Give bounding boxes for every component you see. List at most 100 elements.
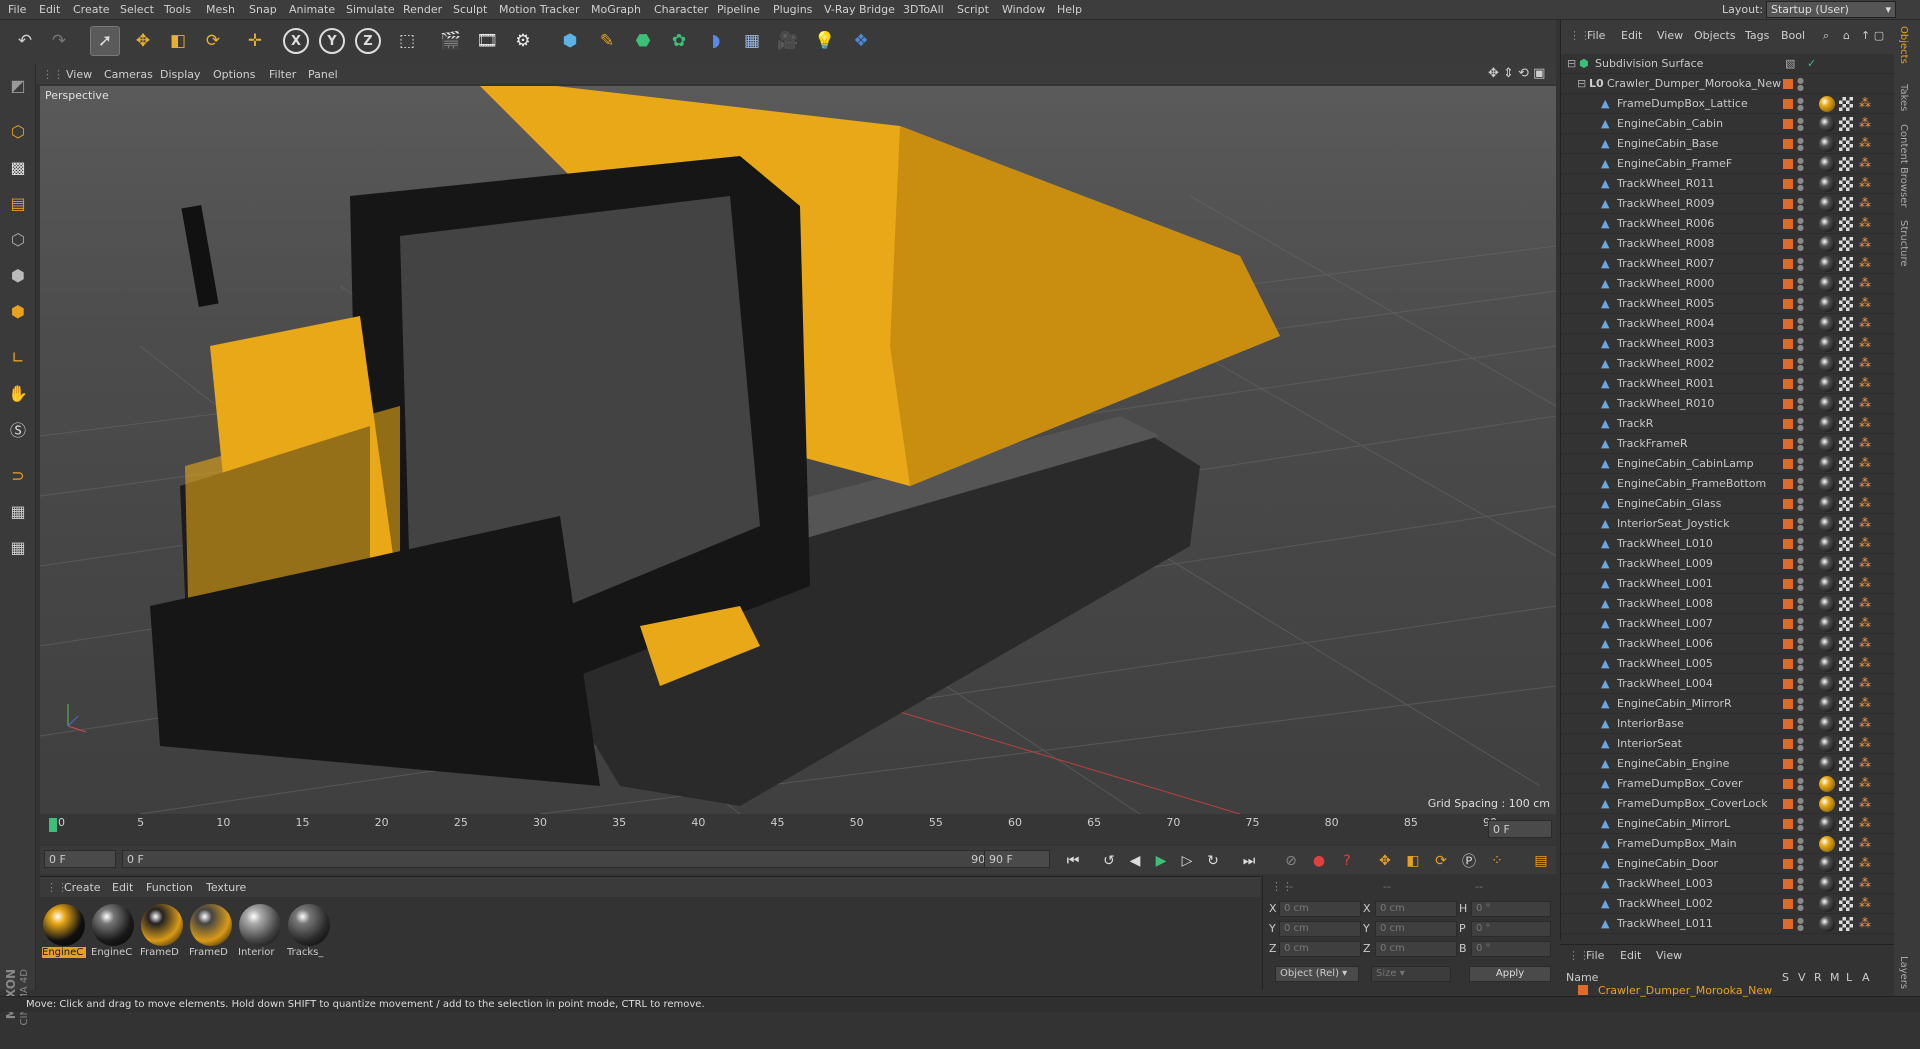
object-row[interactable]: ▲ TrackWheel_R007 ● ● ⁂ xyxy=(1561,254,1895,274)
object-row[interactable]: ▲ EngineCabin_CabinLamp ● ● ⁂ xyxy=(1561,454,1895,474)
texture-tag-icon[interactable] xyxy=(1839,277,1853,291)
end-frame-field[interactable]: 0 F xyxy=(1488,820,1552,838)
key-scale-icon[interactable]: ◧ xyxy=(1402,850,1424,872)
texture-tag-icon[interactable] xyxy=(1839,297,1853,311)
visibility-dots[interactable]: ● ● xyxy=(1797,597,1804,612)
vp-menu-display[interactable]: Display xyxy=(160,68,201,81)
visibility-dots[interactable]: ● ● xyxy=(1797,357,1804,372)
object-name[interactable]: TrackFrameR xyxy=(1617,437,1688,450)
object-name[interactable]: Subdivision Surface xyxy=(1595,57,1703,70)
texture-tag-icon[interactable] xyxy=(1839,397,1853,411)
object-row[interactable]: ▲ EngineCabin_Glass ● ● ⁂ xyxy=(1561,494,1895,514)
rot-h-field[interactable]: 0 ° xyxy=(1471,901,1551,917)
phong-tag-icon[interactable]: ⁂ xyxy=(1859,276,1871,290)
phong-tag-icon[interactable]: ⁂ xyxy=(1859,496,1871,510)
material-tag-icon[interactable] xyxy=(1819,856,1835,872)
snap-icon[interactable]: Ⓢ xyxy=(3,414,33,444)
texture-tag-icon[interactable] xyxy=(1839,757,1853,771)
vp-menu-cameras[interactable]: Cameras xyxy=(104,68,153,81)
max-frame-field[interactable]: 90 F xyxy=(984,850,1050,868)
obj-menu-file[interactable]: File xyxy=(1587,29,1605,42)
object-name[interactable]: TrackWheel_R004 xyxy=(1617,317,1714,330)
menu-motion-tracker[interactable]: Motion Tracker xyxy=(499,3,579,16)
goto-start-icon[interactable]: ⏮ xyxy=(1062,850,1084,872)
phong-tag-icon[interactable]: ⁂ xyxy=(1859,456,1871,470)
object-row[interactable]: ▲ EngineCabin_FrameF ● ● ⁂ xyxy=(1561,154,1895,174)
planar-workplane-icon[interactable]: ▦ xyxy=(3,532,33,562)
material-tag-icon[interactable] xyxy=(1819,396,1835,412)
coordinate-system-icon[interactable]: ⬚ xyxy=(392,26,422,56)
texture-tag-icon[interactable] xyxy=(1839,417,1853,431)
visibility-dots[interactable]: ● ● xyxy=(1797,537,1804,552)
current-frame-field[interactable]: 0 F xyxy=(44,850,116,868)
render-settings-icon[interactable]: ⚙ xyxy=(508,26,538,56)
vp-menu-panel[interactable]: Panel xyxy=(308,68,338,81)
layer-menu-view[interactable]: View xyxy=(1656,949,1682,962)
visibility-dots[interactable]: ● ● xyxy=(1797,337,1804,352)
texture-tag-icon[interactable] xyxy=(1839,237,1853,251)
record-icon[interactable]: ● xyxy=(1308,850,1330,872)
visibility-dots[interactable]: ● ● xyxy=(1797,757,1804,772)
material-tag-icon[interactable] xyxy=(1819,416,1835,432)
lock-workplane-icon[interactable]: ▦ xyxy=(3,496,33,526)
visibility-dots[interactable]: ● ● xyxy=(1797,257,1804,272)
move-plus-icon[interactable]: ✛ xyxy=(240,26,270,56)
y-axis-icon[interactable]: Y xyxy=(319,28,345,54)
autokey-icon[interactable]: ? xyxy=(1336,850,1358,872)
object-name[interactable]: EngineCabin_CabinLamp xyxy=(1617,457,1754,470)
texture-tag-icon[interactable] xyxy=(1839,637,1853,651)
search-icon[interactable]: ⌕ xyxy=(1823,29,1829,43)
object-row[interactable]: ▲ TrackWheel_R009 ● ● ⁂ xyxy=(1561,194,1895,214)
subdivision-icon[interactable]: ⬣ xyxy=(628,26,658,56)
menu-render[interactable]: Render xyxy=(403,3,442,16)
object-name[interactable]: TrackWheel_R006 xyxy=(1617,217,1714,230)
texture-tag-icon[interactable] xyxy=(1839,437,1853,451)
obj-menu-tags[interactable]: Tags xyxy=(1745,29,1769,42)
visibility-dots[interactable]: ● ● xyxy=(1797,237,1804,252)
object-name[interactable]: TrackWheel_L011 xyxy=(1617,917,1713,930)
python-icon[interactable]: ❖ xyxy=(846,26,876,56)
object-name[interactable]: TrackWheel_R005 xyxy=(1617,297,1714,310)
material-swatch[interactable]: FrameD xyxy=(189,903,233,967)
make-editable-icon[interactable]: ◩ xyxy=(3,70,33,100)
texture-tag-icon[interactable] xyxy=(1839,777,1853,791)
object-row[interactable]: ▲ TrackWheel_R003 ● ● ⁂ xyxy=(1561,334,1895,354)
rotate-icon[interactable]: ⟳ xyxy=(198,26,228,56)
playhead[interactable] xyxy=(49,818,57,832)
texture-tag-icon[interactable] xyxy=(1839,217,1853,231)
object-row[interactable]: ▲ TrackWheel_R000 ● ● ⁂ xyxy=(1561,274,1895,294)
material-tag-icon[interactable] xyxy=(1819,136,1835,152)
material-tag-icon[interactable] xyxy=(1819,456,1835,472)
texture-tag-icon[interactable] xyxy=(1839,917,1853,931)
size-z-field[interactable]: 0 cm xyxy=(1375,941,1457,957)
light-icon[interactable]: 💡 xyxy=(810,26,840,56)
material-tag-icon[interactable] xyxy=(1819,156,1835,172)
size-mode-select[interactable]: Size ▾ xyxy=(1371,966,1451,982)
phong-tag-icon[interactable]: ⁂ xyxy=(1859,836,1871,850)
material-tag-icon[interactable] xyxy=(1819,656,1835,672)
visibility-dots[interactable]: ● ● xyxy=(1797,77,1804,92)
phong-tag-icon[interactable]: ⁂ xyxy=(1859,896,1871,910)
material-tag-icon[interactable] xyxy=(1819,516,1835,532)
object-name[interactable]: TrackWheel_L008 xyxy=(1617,597,1713,610)
material-tag-icon[interactable] xyxy=(1819,276,1835,292)
mat-menu-texture[interactable]: Texture xyxy=(206,881,246,894)
object-row-group[interactable]: ⊟ L0 Crawler_Dumper_Morooka_New ● ● xyxy=(1561,74,1895,94)
menu-animate[interactable]: Animate xyxy=(289,3,335,16)
texture-tag-icon[interactable] xyxy=(1839,557,1853,571)
menu-file[interactable]: File xyxy=(8,3,26,16)
object-row[interactable]: ▲ TrackWheel_R001 ● ● ⁂ xyxy=(1561,374,1895,394)
texture-tag-icon[interactable] xyxy=(1839,737,1853,751)
object-row[interactable]: ▲ TrackR ● ● ⁂ xyxy=(1561,414,1895,434)
rot-b-field[interactable]: 0 ° xyxy=(1471,941,1551,957)
texture-tag-icon[interactable] xyxy=(1839,717,1853,731)
phong-tag-icon[interactable]: ⁂ xyxy=(1859,596,1871,610)
menu-character[interactable]: Character xyxy=(654,3,708,16)
visibility-dots[interactable]: ● ● xyxy=(1797,777,1804,792)
object-row-root[interactable]: ⊟ ⬢ Subdivision Surface ▧ ✓ xyxy=(1561,54,1895,74)
apply-button[interactable]: Apply xyxy=(1469,966,1551,982)
phong-tag-icon[interactable]: ⁂ xyxy=(1859,776,1871,790)
menu-select[interactable]: Select xyxy=(120,3,154,16)
phong-tag-icon[interactable]: ⁂ xyxy=(1859,656,1871,670)
texture-tag-icon[interactable] xyxy=(1839,337,1853,351)
